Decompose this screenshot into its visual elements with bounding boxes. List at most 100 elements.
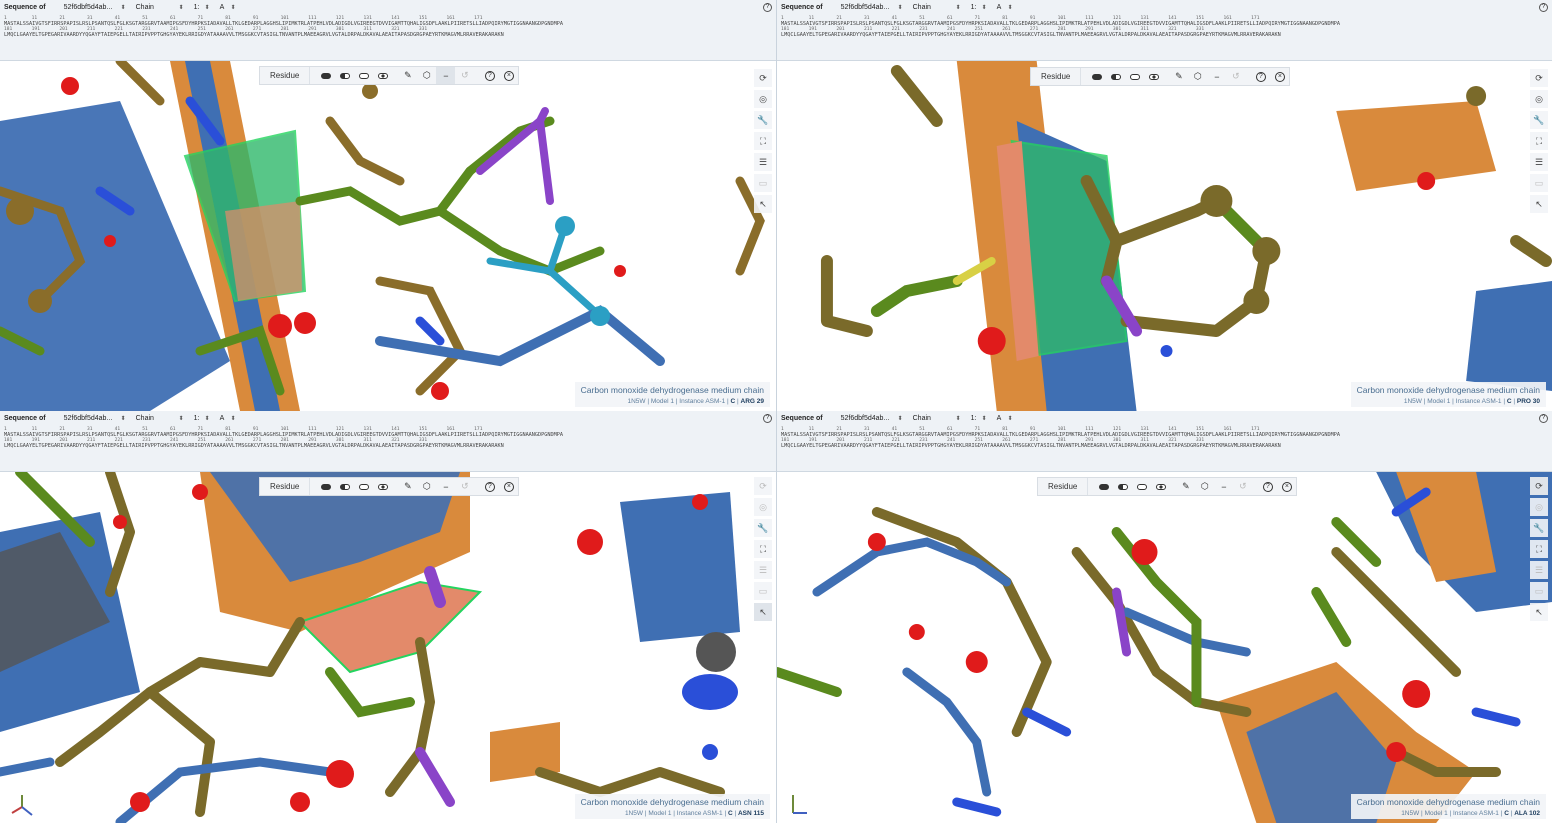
ball-stick-full-icon[interactable] (316, 67, 335, 84)
minus-icon[interactable]: − (1214, 478, 1233, 495)
ring-icon[interactable] (373, 478, 392, 495)
ball-stick-half-icon[interactable] (335, 478, 354, 495)
chain-id-select[interactable]: A ⬍ (220, 415, 236, 422)
cursor-icon[interactable]: ↖ (1530, 195, 1548, 213)
molecule-viewport[interactable] (0, 472, 776, 823)
sequence-line[interactable]: LMQCLGAAYELTGPEGARIVAARDYYQGAYFTAIEPGELL… (781, 443, 1548, 450)
refresh-icon[interactable]: ⟳ (754, 69, 772, 87)
help-icon[interactable]: ? (1258, 478, 1277, 495)
model-select[interactable]: 1: ⬍ (971, 4, 987, 11)
target-icon[interactable]: ◎ (1530, 90, 1548, 108)
cube-icon[interactable]: ⬡ (1188, 68, 1207, 85)
entity-select[interactable]: 52f6dbf5d4ab... ⬍ (841, 4, 903, 11)
target-icon[interactable]: ◎ (754, 90, 772, 108)
reset-icon[interactable]: ↺ (455, 478, 474, 495)
outline-icon[interactable] (354, 478, 373, 495)
brush-icon[interactable]: ✎ (398, 478, 417, 495)
selection-mode-select[interactable]: Residue (1031, 68, 1082, 85)
wrench-icon[interactable]: 🔧 (1530, 111, 1548, 129)
refresh-icon[interactable]: ⟳ (1530, 477, 1548, 495)
selection-mode-select[interactable]: Residue (260, 67, 311, 84)
cube-icon[interactable]: ⬡ (417, 478, 436, 495)
ring-icon[interactable] (1144, 68, 1163, 85)
expand-icon[interactable]: ⛶ (1530, 540, 1548, 558)
expand-icon[interactable]: ⛶ (1530, 132, 1548, 150)
refresh-icon[interactable]: ⟳ (754, 477, 772, 495)
molecule-viewport[interactable] (777, 472, 1552, 823)
sequence-text[interactable]: 1 11 21 31 41 51 61 71 81 91 101 111 121… (0, 14, 776, 38)
chain-id-select[interactable]: A ⬍ (997, 4, 1013, 11)
reset-icon[interactable]: ↺ (455, 67, 474, 84)
cursor-icon[interactable]: ↖ (754, 603, 772, 621)
ball-stick-half-icon[interactable] (335, 67, 354, 84)
help-icon[interactable]: ? (480, 478, 499, 495)
model-select[interactable]: 1: ⬍ (194, 415, 210, 422)
molecule-viewport[interactable] (777, 61, 1552, 411)
cursor-icon[interactable]: ↖ (754, 195, 772, 213)
chain-select[interactable]: Chain ⬍ (136, 415, 184, 422)
model-select[interactable]: 1: ⬍ (194, 4, 210, 11)
chain-id-select[interactable]: A ⬍ (997, 415, 1013, 422)
cube-icon[interactable]: ⬡ (1195, 478, 1214, 495)
entity-select[interactable]: 52f6dbf5d4ab... ⬍ (841, 415, 903, 422)
brush-icon[interactable]: ✎ (1176, 478, 1195, 495)
ball-stick-full-icon[interactable] (1094, 478, 1113, 495)
minus-icon[interactable]: − (1207, 68, 1226, 85)
refresh-icon[interactable]: ⟳ (1530, 69, 1548, 87)
sliders-icon[interactable]: ☰ (754, 561, 772, 579)
selection-mode-select[interactable]: Residue (1038, 478, 1089, 495)
wrench-icon[interactable]: 🔧 (754, 519, 772, 537)
ball-stick-full-icon[interactable] (1087, 68, 1106, 85)
help-icon[interactable]: ? (763, 413, 772, 423)
sliders-icon[interactable]: ☰ (1530, 561, 1548, 579)
brush-icon[interactable]: ✎ (398, 67, 417, 84)
brush-icon[interactable]: ✎ (1169, 68, 1188, 85)
help-icon[interactable]: ? (763, 2, 772, 12)
chain-id-select[interactable]: A ⬍ (220, 4, 236, 11)
help-icon[interactable]: ? (1251, 68, 1270, 85)
entity-select[interactable]: 52f6dbf5d4ab... ⬍ (64, 4, 126, 11)
ring-icon[interactable] (373, 67, 392, 84)
sequence-text[interactable]: 1 11 21 31 41 51 61 71 81 91 101 111 121… (777, 425, 1552, 449)
outline-icon[interactable] (1125, 68, 1144, 85)
sliders-icon[interactable]: ☰ (754, 153, 772, 171)
target-icon[interactable]: ◎ (1530, 498, 1548, 516)
minus-icon[interactable]: − (436, 478, 455, 495)
help-icon[interactable]: ? (1539, 413, 1548, 423)
selection-mode-select[interactable]: Residue (260, 478, 311, 495)
outline-icon[interactable] (354, 67, 373, 84)
close-icon[interactable]: × (1277, 478, 1296, 495)
expand-icon[interactable]: ⛶ (754, 132, 772, 150)
ball-stick-full-icon[interactable] (316, 478, 335, 495)
outline-icon[interactable] (1132, 478, 1151, 495)
ball-stick-half-icon[interactable] (1106, 68, 1125, 85)
wrench-icon[interactable]: 🔧 (1530, 519, 1548, 537)
chain-select[interactable]: Chain ⬍ (913, 4, 961, 11)
ring-icon[interactable] (1151, 478, 1170, 495)
sequence-line[interactable]: LMQCLGAAYELTGPEGARIVAARDYYQGAYFTAIEPGELL… (781, 32, 1548, 39)
sequence-text[interactable]: 1 11 21 31 41 51 61 71 81 91 101 111 121… (0, 425, 776, 449)
cursor-icon[interactable]: ↖ (1530, 603, 1548, 621)
vr-icon[interactable]: ▭ (1530, 582, 1548, 600)
entity-select[interactable]: 52f6dbf5d4ab... ⬍ (64, 415, 126, 422)
close-icon[interactable]: × (499, 67, 518, 84)
vr-icon[interactable]: ▭ (754, 582, 772, 600)
vr-icon[interactable]: ▭ (1530, 174, 1548, 192)
minus-icon[interactable]: − (436, 67, 456, 84)
sequence-line[interactable]: LMQCLGAAYELTGPEGARIVAARDYYQGAYFTAIEPGELL… (4, 32, 772, 39)
sequence-text[interactable]: 1 11 21 31 41 51 61 71 81 91 101 111 121… (777, 14, 1552, 38)
expand-icon[interactable]: ⛶ (754, 540, 772, 558)
model-select[interactable]: 1: ⬍ (971, 415, 987, 422)
molecule-viewport[interactable] (0, 61, 776, 411)
help-icon[interactable]: ? (1539, 2, 1548, 12)
vr-icon[interactable]: ▭ (754, 174, 772, 192)
chain-select[interactable]: Chain ⬍ (913, 415, 961, 422)
help-icon[interactable]: ? (480, 67, 499, 84)
wrench-icon[interactable]: 🔧 (754, 111, 772, 129)
close-icon[interactable]: × (499, 478, 518, 495)
close-icon[interactable]: × (1270, 68, 1289, 85)
sliders-icon[interactable]: ☰ (1530, 153, 1548, 171)
reset-icon[interactable]: ↺ (1226, 68, 1245, 85)
cube-icon[interactable]: ⬡ (417, 67, 436, 84)
target-icon[interactable]: ◎ (754, 498, 772, 516)
